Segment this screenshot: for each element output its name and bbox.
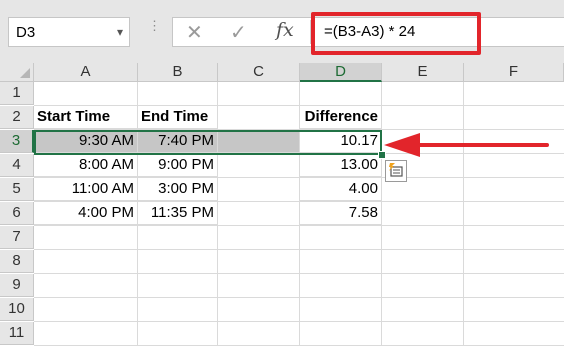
cell-d6[interactable]: 7.58 bbox=[300, 202, 382, 225]
column-header-a[interactable]: A bbox=[34, 63, 138, 82]
cell-a5[interactable]: 11:00 AM bbox=[34, 178, 138, 201]
cell-a2[interactable]: Start Time bbox=[34, 106, 138, 129]
cell-a6[interactable]: 4:00 PM bbox=[34, 202, 138, 225]
row-header-8[interactable]: 8 bbox=[0, 250, 34, 273]
cell-b2[interactable]: End Time bbox=[138, 106, 218, 129]
cell-b5[interactable]: 3:00 PM bbox=[138, 178, 218, 201]
chevron-down-icon[interactable]: ▾ bbox=[117, 25, 123, 39]
insert-function-icon[interactable]: fx bbox=[276, 19, 294, 41]
row-header-2[interactable]: 2 bbox=[0, 106, 34, 129]
row-header-6[interactable]: 6 bbox=[0, 202, 34, 225]
cell-d2[interactable]: Difference bbox=[300, 106, 382, 129]
cell-d5[interactable]: 4.00 bbox=[300, 178, 382, 201]
row-header-10[interactable]: 10 bbox=[0, 298, 34, 321]
name-box[interactable]: D3 ▾ bbox=[8, 17, 130, 47]
cell-b6[interactable]: 11:35 PM bbox=[138, 202, 218, 225]
row-header-5[interactable]: 5 bbox=[0, 178, 34, 201]
resize-handle[interactable]: ⋮ bbox=[148, 19, 161, 32]
select-all-corner[interactable] bbox=[0, 63, 34, 82]
quick-analysis-icon[interactable] bbox=[385, 160, 407, 182]
column-header-e[interactable]: E bbox=[382, 63, 464, 82]
row-header-7[interactable]: 7 bbox=[0, 226, 34, 249]
row-header-11[interactable]: 11 bbox=[0, 322, 34, 345]
cancel-icon[interactable]: ✕ bbox=[186, 20, 203, 45]
row-header-9[interactable]: 9 bbox=[0, 274, 34, 297]
selection-outline bbox=[34, 130, 382, 155]
column-header-c[interactable]: C bbox=[218, 63, 300, 82]
row-header-4[interactable]: 4 bbox=[0, 154, 34, 177]
name-box-value: D3 bbox=[16, 24, 36, 41]
row-header-3[interactable]: 3 bbox=[0, 130, 34, 153]
annotation-highlight-box bbox=[311, 12, 481, 55]
arrow-left-icon bbox=[384, 133, 549, 157]
cell-d4[interactable]: 13.00 bbox=[300, 154, 382, 177]
cell-b4[interactable]: 9:00 PM bbox=[138, 154, 218, 177]
column-header-d[interactable]: D bbox=[300, 63, 382, 82]
enter-icon[interactable]: ✓ bbox=[230, 20, 247, 45]
column-header-f[interactable]: F bbox=[464, 63, 564, 82]
cell-a4[interactable]: 8:00 AM bbox=[34, 154, 138, 177]
column-header-b[interactable]: B bbox=[138, 63, 218, 82]
row-header-1[interactable]: 1 bbox=[0, 82, 34, 105]
